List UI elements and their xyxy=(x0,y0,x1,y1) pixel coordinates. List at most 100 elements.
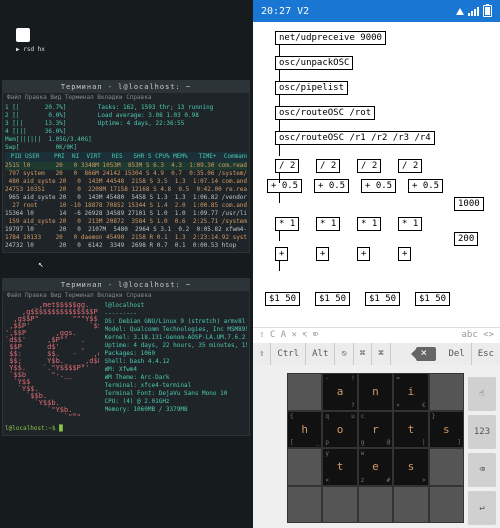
pd-object[interactable]: + 0.5 xyxy=(314,179,349,193)
process-row[interactable]: 797 system 20 0 866M 24142 15304 S 4.9 0… xyxy=(5,170,247,178)
key[interactable]: ty× xyxy=(322,448,357,486)
pd-object[interactable]: * 1 xyxy=(316,217,340,231)
htop-cpu-bars: 1 [| 20.7%] 2 [| 0.0%] 3 [|| 13.3%] 4 [|… xyxy=(5,104,92,152)
pd-object[interactable]: osc/pipelist xyxy=(275,81,348,95)
side-key[interactable]: ☝ xyxy=(468,377,496,411)
key[interactable]: s}] xyxy=(429,411,464,449)
process-row[interactable]: 19797 l0 20 0 2107M 5480 2964 S 3.1 0.2 … xyxy=(5,226,247,234)
pd-patch-canvas[interactable]: net/udpreceive 9000 osc/unpackOSC osc/pipe… xyxy=(253,22,500,327)
desktop-icon-label: ▶ rsd hx xyxy=(16,46,45,53)
desktop-icon[interactable]: ▶ rsd hx xyxy=(16,28,45,53)
side-key[interactable]: ⌫ xyxy=(468,453,496,487)
alt-key[interactable]: Alt xyxy=(306,343,335,365)
terminal-window-neofetch[interactable]: Терминал - l@localhost: ~ Файл Правка Ви… xyxy=(2,278,250,436)
esc-key[interactable]: Esc xyxy=(472,343,500,365)
key[interactable] xyxy=(322,486,357,524)
process-row[interactable]: 2515 l0 20 0 3348M 1053M 853M S 6.3 4.3 … xyxy=(5,162,247,170)
key[interactable]: ewz# xyxy=(358,448,393,486)
key[interactable] xyxy=(429,448,464,486)
key[interactable] xyxy=(429,486,464,524)
pd-object[interactable]: + 0.5 xyxy=(361,179,396,193)
wifi-icon xyxy=(456,8,464,15)
pd-object[interactable]: 1000 xyxy=(454,197,484,211)
key[interactable]: a-!? xyxy=(322,373,357,411)
terminal-window-htop[interactable]: Терминал - l@localhost: ~ Файл Правка Ви… xyxy=(2,80,250,253)
pd-object[interactable]: / 2 xyxy=(357,159,381,173)
pd-object[interactable]: + 0.5 xyxy=(267,179,302,193)
pd-object[interactable]: + 0.5 xyxy=(408,179,443,193)
key[interactable] xyxy=(287,373,322,411)
pd-object[interactable]: $1 50 xyxy=(315,292,350,306)
pd-object[interactable]: * 1 xyxy=(398,217,422,231)
file-icon xyxy=(16,28,30,42)
pd-object[interactable]: $1 50 xyxy=(365,292,400,306)
key[interactable]: h{[_ xyxy=(287,411,322,449)
pd-object[interactable]: $1 50 xyxy=(415,292,450,306)
key[interactable]: i=×€ xyxy=(393,373,428,411)
pd-object[interactable]: osc/routeOSC /r1 /r2 /r3 /r4 xyxy=(275,131,435,145)
status-bar: 20:27 V2 xyxy=(253,0,500,22)
process-row[interactable]: 24732 l0 20 0 6142 3349 2698 R 0.7 0.1 0… xyxy=(5,242,247,250)
hint-left: ⇧ C A ✕ ↸ ⌦ xyxy=(259,330,319,341)
input-hints: ⇧ C A ✕ ↸ ⌦ abc <> xyxy=(253,327,500,343)
process-row[interactable]: 15364 l0 14 -6 26928 34589 27101 S 1.0 1… xyxy=(5,210,247,218)
modifier-bar[interactable]: ⇧ Ctrl Alt ⎋ ⌘ ⌘ Del Esc xyxy=(253,343,500,365)
signal-icon xyxy=(468,7,479,16)
terminal-menu[interactable]: Файл Правка Вид Терминал Вкладки Справка xyxy=(3,93,249,102)
pd-object[interactable]: 200 xyxy=(454,232,478,246)
key[interactable]: rcg@ xyxy=(358,411,393,449)
terminal-desktop: ▶ rsd hx Терминал - l@localhost: ~ Файл … xyxy=(0,0,253,528)
terminal-menu[interactable]: Файл Правка Вид Терминал Вкладки Справка xyxy=(3,291,249,300)
process-row[interactable]: 965 aid_syste 20 0 143M 45480 5458 S 1.3… xyxy=(5,194,247,202)
clock: 20:27 xyxy=(261,6,291,17)
esc-key-icon[interactable]: ⎋ xyxy=(335,343,353,365)
pd-object[interactable]: * 1 xyxy=(357,217,381,231)
htop-summary: Tasks: 162, 1593 thr; 13 running Load av… xyxy=(98,104,214,152)
pd-object[interactable]: / 2 xyxy=(275,159,299,173)
pd-wire xyxy=(279,230,280,241)
terminal-title: Терминал - l@localhost: ~ xyxy=(3,279,249,291)
battery-icon xyxy=(483,5,492,17)
process-row[interactable]: 24753 10351 20 0 2208M 17158 12168 S 4.8… xyxy=(5,186,247,194)
pd-object[interactable]: * 1 xyxy=(275,217,299,231)
cursor-icon: ↖ xyxy=(38,260,43,270)
pd-object[interactable]: + xyxy=(357,247,370,261)
cmd-key-2[interactable]: ⌘ xyxy=(372,343,390,365)
debian-logo-ascii: _,met$$$$$gg. ,g$$$$$$$$$$$$$$$P. ,g$$P"… xyxy=(5,302,99,421)
software-keyboard[interactable]: a-!?ni=×€ h{[_oquprcg@t|s}] ty×ewz#s> ☝ 123… xyxy=(253,365,500,528)
pd-wire xyxy=(279,172,280,183)
htop-process-list[interactable]: 2515 l0 20 0 3348M 1053M 853M S 6.3 4.3 … xyxy=(5,162,247,250)
key[interactable]: s> xyxy=(393,448,428,486)
pd-object[interactable]: + xyxy=(275,247,288,261)
key[interactable] xyxy=(358,486,393,524)
pd-wire xyxy=(279,145,280,156)
backspace-icon[interactable] xyxy=(416,347,436,361)
process-row[interactable]: 27 root 10 -10 18878 70852 15344 S 1.4 2… xyxy=(5,202,247,210)
pd-object[interactable]: / 2 xyxy=(316,159,340,173)
cmd-key[interactable]: ⌘ xyxy=(354,343,372,365)
pd-object[interactable]: + xyxy=(398,247,411,261)
process-row[interactable]: 159 aid_syste 20 0 213M 20872 3584 S 1.0… xyxy=(5,218,247,226)
key[interactable] xyxy=(287,486,322,524)
pd-object[interactable]: net/udpreceive 9000 xyxy=(275,31,386,45)
key[interactable]: n xyxy=(358,373,393,411)
shell-prompt[interactable]: l@localhost:~$ █ xyxy=(5,425,63,432)
process-row[interactable]: 480 aid_syste 20 0 143M 44548 2158 S 3.5… xyxy=(5,178,247,186)
key[interactable] xyxy=(393,486,428,524)
ctrl-key[interactable]: Ctrl xyxy=(271,343,306,365)
terminal-title: Терминал - l@localhost: ~ xyxy=(3,81,249,93)
side-key[interactable]: ↵ xyxy=(468,491,496,525)
pd-object[interactable]: / 2 xyxy=(398,159,422,173)
del-key[interactable]: Del xyxy=(442,343,471,365)
pd-object[interactable]: osc/unpackOSC xyxy=(275,56,353,70)
process-row[interactable]: 1784 10133 20 0 daemon 45490 2158 R 0.1 … xyxy=(5,234,247,242)
pd-object[interactable]: + xyxy=(316,247,329,261)
shift-key[interactable]: ⇧ xyxy=(253,343,271,365)
key[interactable] xyxy=(429,373,464,411)
key[interactable]: t| xyxy=(393,411,428,449)
pd-object[interactable]: osc/routeOSC /rot xyxy=(275,106,375,120)
pd-object[interactable]: $1 50 xyxy=(265,292,300,306)
side-key[interactable]: 123 xyxy=(468,415,496,449)
key[interactable] xyxy=(287,448,322,486)
key[interactable]: oqup xyxy=(322,411,357,449)
